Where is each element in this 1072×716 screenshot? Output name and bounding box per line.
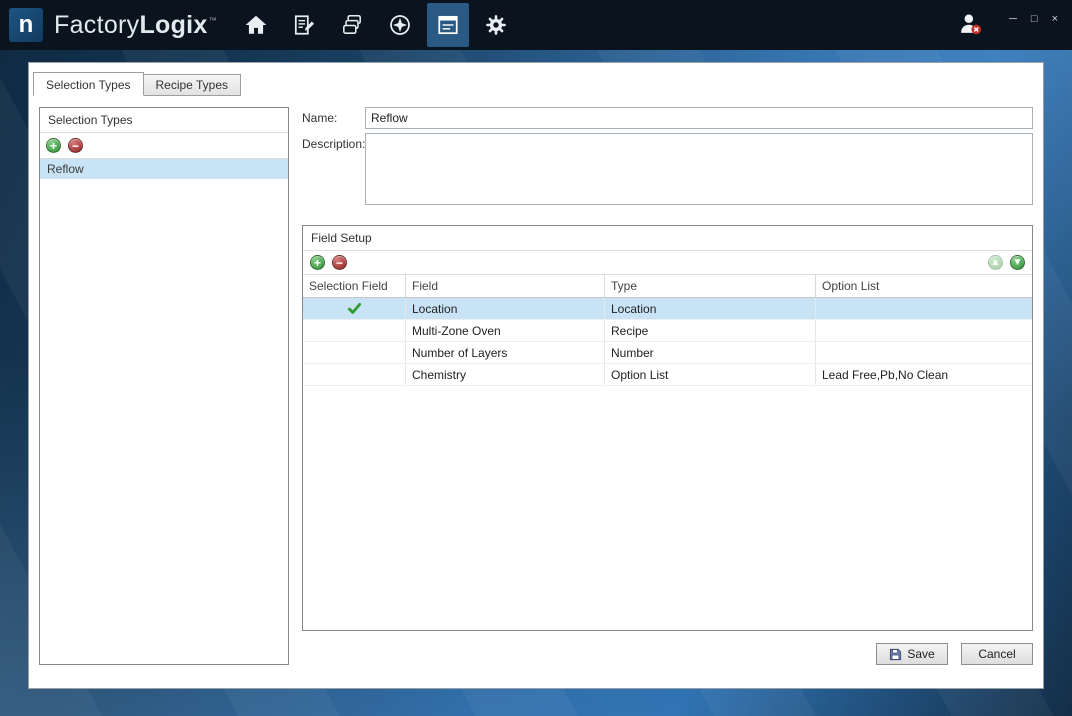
tab-recipe-types[interactable]: Recipe Types [143,74,242,96]
table-cell: Location [406,298,605,319]
list-item[interactable]: Reflow [40,159,288,179]
column-header-field[interactable]: Field [406,275,605,297]
main-nav [235,3,517,47]
field-setup-group: Field Setup + − ▲ ▼ Selection Field Fiel… [302,225,1033,631]
table-cell: Lead Free,Pb,No Clean [816,364,1032,385]
save-icon [889,648,902,661]
remove-selection-type-icon[interactable]: − [68,138,83,153]
column-header-type[interactable]: Type [605,275,816,297]
save-button[interactable]: Save [876,643,948,665]
work-instructions-icon[interactable] [283,3,325,47]
trademark: ™ [209,16,217,25]
cancel-button[interactable]: Cancel [961,643,1033,665]
move-up-icon[interactable]: ▲ [988,255,1003,270]
add-field-icon[interactable]: + [310,255,325,270]
table-row[interactable]: Number of LayersNumber [303,342,1032,364]
home-icon[interactable] [235,3,277,47]
table-cell [303,342,406,363]
user-icon[interactable] [957,11,983,40]
table-cell: Multi-Zone Oven [406,320,605,341]
description-input[interactable] [365,133,1033,205]
selection-types-toolbar: + − [40,133,288,159]
detail-panel: Name: Description: Field Setup + − ▲ ▼ [302,107,1033,665]
checkmark-icon [347,301,362,316]
table-cell [303,364,406,385]
app-title: FactoryLogix™ [54,11,217,40]
table-cell [303,320,406,341]
table-row[interactable]: LocationLocation [303,298,1032,320]
table-cell [816,298,1032,319]
logo-letter: n [19,11,34,39]
minimize-button[interactable]: ─ [1009,12,1017,26]
settings-icon[interactable] [475,3,517,47]
table-cell [816,320,1032,341]
footer-buttons: Save Cancel [302,643,1033,665]
column-header-option-list[interactable]: Option List [816,275,1032,297]
navigator-icon[interactable] [379,3,421,47]
field-setup-toolbar: + − ▲ ▼ [303,251,1032,275]
name-label: Name: [302,107,365,129]
main-panel: Selection Types Recipe Types Selection T… [28,62,1044,689]
table-cell: Number [605,342,816,363]
table-cell [303,298,406,319]
maximize-button[interactable]: □ [1031,12,1038,26]
field-setup-header: Field Setup [303,226,1032,251]
table-cell [816,342,1032,363]
table-row[interactable]: Multi-Zone OvenRecipe [303,320,1032,342]
field-table-empty-area [303,386,1032,630]
column-header-selection-field[interactable]: Selection Field [303,275,406,297]
table-cell: Option List [605,364,816,385]
save-button-label: Save [907,647,934,661]
move-down-icon[interactable]: ▼ [1010,255,1025,270]
cancel-button-label: Cancel [978,647,1015,661]
selection-types-header: Selection Types [40,108,288,133]
table-cell: Recipe [605,320,816,341]
add-selection-type-icon[interactable]: + [46,138,61,153]
field-table-rows: LocationLocationMulti-Zone OvenRecipeNum… [303,298,1032,386]
table-row[interactable]: ChemistryOption ListLead Free,Pb,No Clea… [303,364,1032,386]
titlebar: n FactoryLogix™ [0,0,1072,50]
table-cell: Chemistry [406,364,605,385]
field-table-header: Selection Field Field Type Option List [303,275,1032,298]
tab-selection-types[interactable]: Selection Types [33,72,144,96]
table-cell: Location [605,298,816,319]
selection-types-panel: Selection Types + − Reflow [39,107,289,665]
app-logo: n [9,8,43,42]
description-label: Description: [302,133,365,205]
reports-icon[interactable] [427,3,469,47]
name-input[interactable] [365,107,1033,129]
tabstrip: Selection Types Recipe Types [29,63,1043,94]
remove-field-icon[interactable]: − [332,255,347,270]
table-cell: Number of Layers [406,342,605,363]
materials-icon[interactable] [331,3,373,47]
window-controls: ─ □ × [1009,12,1058,26]
selection-types-list: Reflow [40,159,288,664]
close-button[interactable]: × [1052,12,1058,26]
